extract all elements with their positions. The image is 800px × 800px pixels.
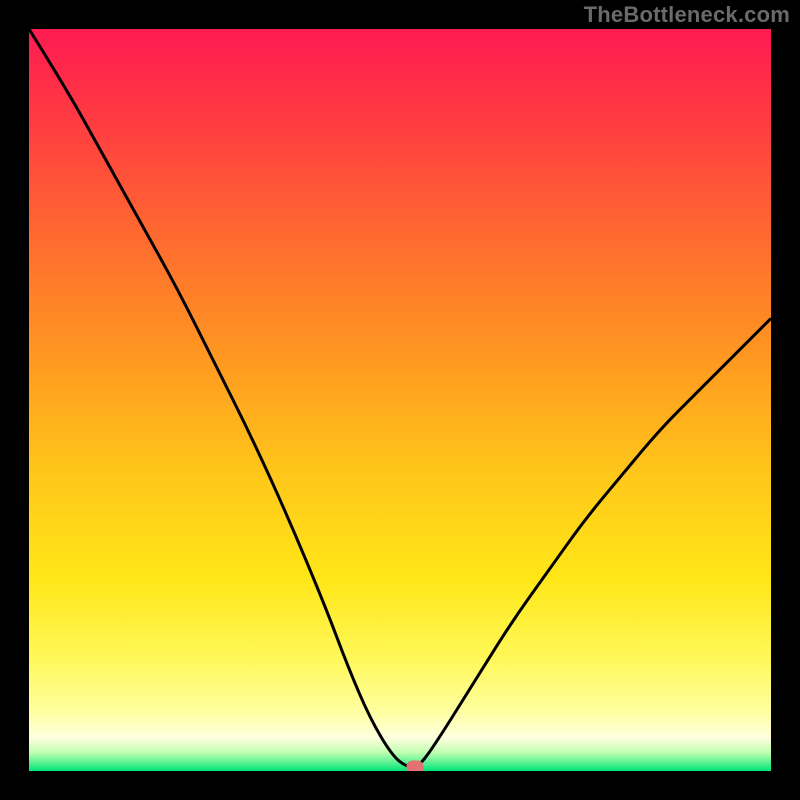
plot-area: [29, 29, 771, 771]
curve-path: [29, 29, 771, 767]
watermark-text: TheBottleneck.com: [584, 2, 790, 28]
minimum-marker: [406, 761, 423, 771]
bottleneck-curve: [29, 29, 771, 771]
chart-frame: TheBottleneck.com: [0, 0, 800, 800]
